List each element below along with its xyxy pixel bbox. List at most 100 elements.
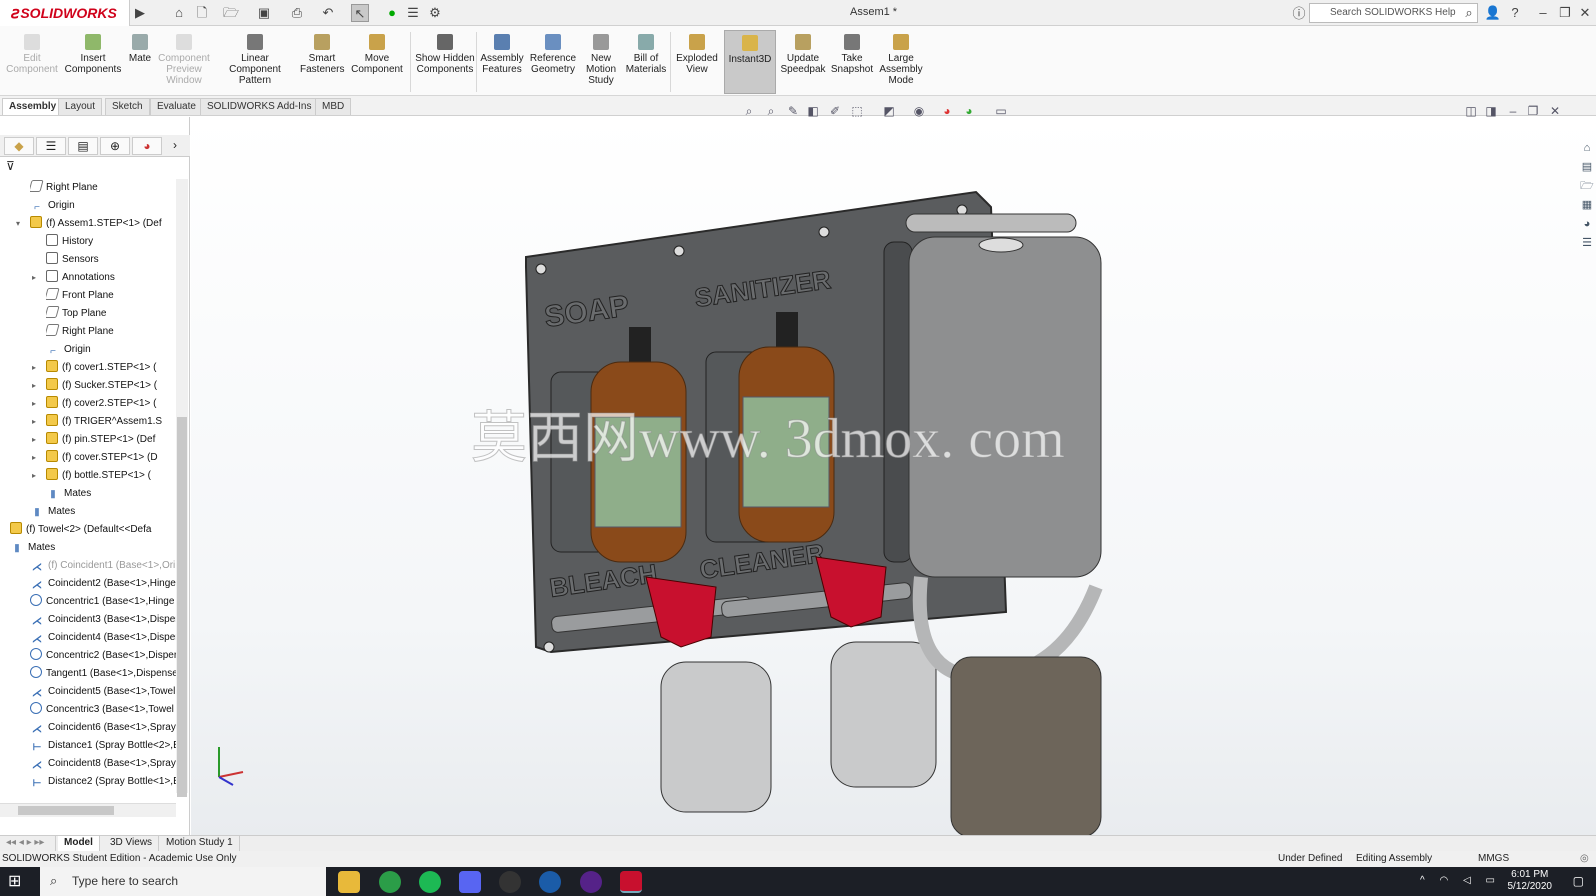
windows-start-icon[interactable]: ⊞ [8, 873, 26, 891]
expand-menu-icon[interactable]: ▶ [131, 4, 149, 22]
tree-item[interactable]: Sensors [46, 251, 176, 269]
tab-scroll-arrows[interactable]: ◂◂ ◂ ▸ ▸▸ [0, 836, 56, 851]
tab-motion-study[interactable]: Motion Study 1 [160, 836, 240, 851]
solidworks-logo[interactable]: ꙅ SOLIDWORKS [0, 0, 130, 26]
move-component-button[interactable]: Move Component [348, 30, 406, 94]
system-tray-icons[interactable]: ^ ◠ ◁ ▭ [1420, 875, 1501, 886]
instant3d-button[interactable]: Instant3D [724, 30, 776, 94]
notification-icon[interactable]: ▢ [1573, 874, 1584, 888]
tree-item[interactable]: ⋌ Coincident8 (Base<1>,Spray [30, 755, 176, 773]
property-manager-tab-icon[interactable]: ☰ [36, 137, 66, 155]
tree-item[interactable]: Tangent1 (Base<1>,Dispense [30, 665, 176, 683]
tree-item[interactable]: ⋌ (f) Coincident1 (Base<1>,Ori [30, 557, 176, 575]
tree-item[interactable]: ⋌ Coincident3 (Base<1>,Disper [30, 611, 176, 629]
dimxpert-tab-icon[interactable]: ⊕ [100, 137, 130, 155]
tree-horizontal-scrollbar[interactable] [0, 803, 176, 817]
tree-item[interactable]: ⋌ Coincident6 (Base<1>,Spray [30, 719, 176, 737]
insert-components-button[interactable]: Insert Components [63, 30, 123, 94]
tree-item[interactable]: Top Plane [46, 305, 176, 323]
tree-item[interactable]: ⋌ Coincident4 (Base<1>,Disper [30, 629, 176, 647]
new-motion-study-button[interactable]: New Motion Study [582, 30, 620, 94]
minimize-icon[interactable]: – [1534, 4, 1552, 22]
app-power-taskbar-icon[interactable] [580, 871, 602, 893]
tree-item[interactable]: Concentric1 (Base<1>,Hinge [30, 593, 176, 611]
tree-item[interactable]: Right Plane [46, 323, 176, 341]
tab-evaluate[interactable]: Evaluate [150, 98, 203, 115]
panel-expand-icon[interactable]: › [164, 137, 186, 155]
tree-item[interactable]: History [46, 233, 176, 251]
tree-item[interactable]: (f) pin.STEP<1> (Def [46, 431, 176, 449]
home-icon[interactable]: ⌂ [170, 4, 188, 22]
large-assembly-mode-button[interactable]: Large Assembly Mode [878, 30, 924, 94]
tree-scrollbar-thumb[interactable] [177, 417, 187, 797]
expand-arrow-icon[interactable]: ▸ [32, 417, 36, 426]
configuration-manager-tab-icon[interactable]: ▤ [68, 137, 98, 155]
tree-item[interactable]: Annotations [46, 269, 176, 287]
tree-item[interactable]: Concentric3 (Base<1>,Towel [30, 701, 176, 719]
undo-icon[interactable]: ↶ [319, 4, 337, 22]
close-icon[interactable]: ✕ [1576, 4, 1594, 22]
assembly-features-button[interactable]: Assembly Features [480, 30, 524, 94]
tree-item[interactable]: (f) bottle.STEP<1> ( [46, 467, 176, 485]
restore-icon[interactable]: ❐ [1556, 4, 1574, 22]
print-icon[interactable]: ⎙ [288, 4, 306, 22]
custom-properties-icon[interactable]: ☰ [1579, 234, 1595, 253]
user-icon[interactable]: 👤 [1484, 4, 1502, 22]
graphics-viewport[interactable]: ⌕ ⌕ ✎ ◧ ✐ ⬚ ◩ ◉ ◕ ◕ ▭ ◫ ◨ – ❐ ✕ SOAP SAN… [191, 104, 1596, 835]
spotify-taskbar-icon[interactable] [419, 871, 441, 893]
collapse-arrow-icon[interactable]: ▾ [16, 219, 20, 228]
expand-arrow-icon[interactable]: ▸ [32, 363, 36, 372]
resources-icon[interactable]: ▤ [1579, 158, 1595, 177]
discord-taskbar-icon[interactable] [459, 871, 481, 893]
tab-assembly[interactable]: Assembly [2, 98, 64, 115]
tab-mbd[interactable]: MBD [315, 98, 352, 115]
tree-item[interactable]: ⌐ Origin [46, 341, 176, 359]
search-icon[interactable]: ⌕ [1460, 4, 1478, 22]
select-arrow-icon[interactable]: ↖ [351, 4, 369, 22]
file-properties-icon[interactable]: ☰ [404, 4, 422, 22]
filter-icon[interactable]: ⊽ [6, 159, 15, 173]
tab-addins[interactable]: SOLIDWORKS Add-Ins [200, 98, 319, 115]
tree-item[interactable]: (f) TRIGER^Assem1.S [46, 413, 176, 431]
reference-geometry-button[interactable]: Reference Geometry [528, 30, 578, 94]
tree-item[interactable]: Concentric2 (Base<1>,Disper [30, 647, 176, 665]
tab-model[interactable]: Model [58, 836, 100, 851]
home-task-icon[interactable]: ⌂ [1579, 139, 1595, 158]
rebuild-icon[interactable]: ● [383, 4, 401, 22]
unit-system[interactable]: MMGS [1478, 851, 1509, 867]
chrome-taskbar-icon[interactable] [379, 871, 401, 893]
help-search-input[interactable]: Search SOLIDWORKS Help [1309, 3, 1478, 23]
show-hidden-components-button[interactable]: Show Hidden Components [414, 30, 476, 94]
linear-pattern-button[interactable]: Linear Component Pattern [214, 30, 296, 94]
take-snapshot-button[interactable]: Take Snapshot [830, 30, 874, 94]
tree-item[interactable]: ⌐ Origin [30, 197, 176, 215]
tab-layout[interactable]: Layout [58, 98, 103, 115]
tree-item[interactable]: (f) Sucker.STEP<1> ( [46, 377, 176, 395]
app-g-taskbar-icon[interactable] [499, 871, 521, 893]
tree-item[interactable]: Front Plane [46, 287, 176, 305]
tree-item[interactable]: (f) cover.STEP<1> (D [46, 449, 176, 467]
bill-of-materials-button[interactable]: Bill of Materials [624, 30, 668, 94]
tree-item[interactable]: (f) cover1.STEP<1> ( [46, 359, 176, 377]
design-library-icon[interactable]: 🗁 [1579, 177, 1595, 196]
appearances-icon[interactable]: ◕ [1579, 215, 1595, 234]
rebuild-status-icon[interactable]: ◎ [1580, 851, 1589, 867]
open-folder-icon[interactable]: 🗁 [222, 4, 240, 22]
tree-item[interactable]: (f) Assem1.STEP<1> (Def [30, 215, 176, 233]
expand-arrow-icon[interactable]: ▸ [32, 453, 36, 462]
tree-item[interactable]: ⋌ Coincident2 (Base<1>,Hinge [30, 575, 176, 593]
tree-item[interactable]: ⊢ Distance2 (Spray Bottle<1>,B [30, 773, 176, 791]
tree-item[interactable]: Right Plane [30, 179, 176, 197]
expand-arrow-icon[interactable]: ▸ [32, 435, 36, 444]
update-speedpak-button[interactable]: Update Speedpak [780, 30, 826, 94]
expand-arrow-icon[interactable]: ▸ [32, 471, 36, 480]
smart-fasteners-button[interactable]: Smart Fasteners [300, 30, 344, 94]
options-gear-icon[interactable]: ⚙ [426, 4, 444, 22]
feature-manager-tab-icon[interactable]: ◆ [4, 137, 34, 155]
horizontal-scroll-thumb[interactable] [18, 806, 114, 815]
tree-item[interactable]: (f) cover2.STEP<1> ( [46, 395, 176, 413]
mate-button[interactable]: Mate [126, 30, 154, 94]
expand-arrow-icon[interactable]: ▸ [32, 399, 36, 408]
help-question-icon[interactable]: ? [1506, 4, 1524, 22]
tab-sketch[interactable]: Sketch [105, 98, 150, 115]
